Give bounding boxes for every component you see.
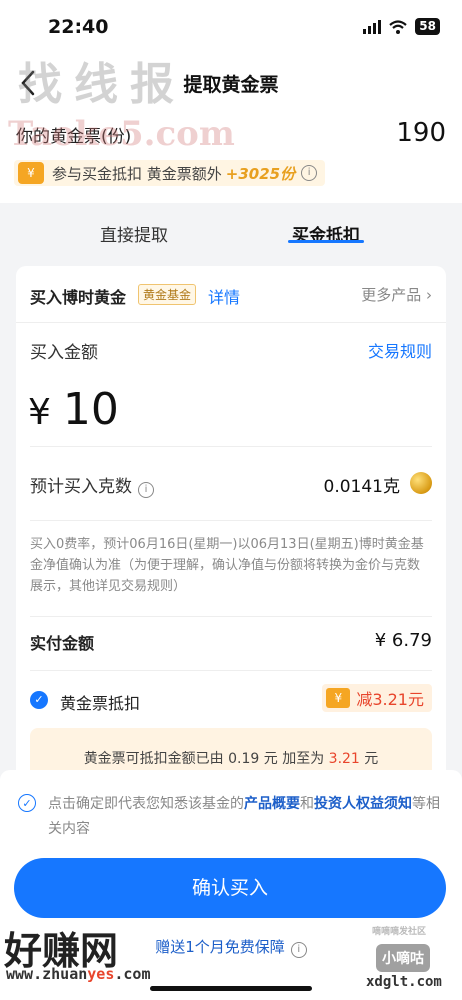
more-products-link[interactable]: 更多产品 › <box>361 284 432 305</box>
investor-rights-link[interactable]: 投资人权益须知 <box>314 796 412 812</box>
purchase-card: 买入博时黄金 黄金基金 详情 更多产品 › 买入金额 交易规则 ¥10 预计买入… <box>16 266 446 786</box>
status-icons: 58 <box>363 18 440 35</box>
grams-value: 0.0141克 <box>323 477 400 497</box>
divider <box>30 520 432 521</box>
pay-value: ¥ 6.79 <box>374 630 432 651</box>
info-icon[interactable]: i <box>301 165 318 181</box>
tab-direct-extract[interactable]: 直接提取 <box>100 221 168 246</box>
wifi-icon <box>389 19 408 34</box>
currency-symbol: ¥ <box>28 392 51 433</box>
fund-detail-link[interactable]: 详情 <box>208 284 240 308</box>
amount-value: 10 <box>62 384 119 435</box>
more-products-label: 更多产品 <box>361 286 422 304</box>
trade-rules-link[interactable]: 交易规则 <box>368 338 432 362</box>
agreement-checkbox[interactable]: ✓ <box>18 794 36 812</box>
battery-icon: 58 <box>415 18 440 35</box>
status-bar: 22:40 58 <box>0 0 462 58</box>
divider <box>30 446 432 447</box>
grams-label: 预计买入克数 i <box>30 472 154 498</box>
chevron-right-icon: › <box>426 286 432 304</box>
agree-and: 和 <box>300 796 314 812</box>
free-guarantee-link[interactable]: 赠送1个月免费保障 i <box>0 936 462 958</box>
deduct-label: 黄金票抵扣 <box>60 694 141 713</box>
tickets-count: 190 <box>396 118 446 148</box>
divider <box>30 670 432 671</box>
promo-text: 参与买金抵扣 黄金票额外 <box>52 164 222 183</box>
amount-input[interactable]: ¥10 <box>28 384 119 435</box>
home-indicator <box>150 986 312 991</box>
fund-row: 买入博时黄金 黄金基金 详情 更多产品 › <box>16 266 446 323</box>
tickets-summary: 你的黄金票(份) 190 ¥ 参与买金抵扣 黄金票额外 +3025份 i <box>0 108 462 203</box>
confirm-buy-button[interactable]: 确认买入 <box>14 858 446 918</box>
bottom-panel: ✓ 点击确定即代表您知悉该基金的产品概要和投资人权益须知等相关内容 确认买入 赠… <box>0 770 462 1000</box>
coupon-icon: ¥ <box>18 162 44 184</box>
agreement-text: 点击确定即代表您知悉该基金的产品概要和投资人权益须知等相关内容 <box>48 792 444 842</box>
active-tab-indicator <box>288 240 364 243</box>
pay-label: 实付金额 <box>30 634 95 653</box>
tip-prefix: 黄金票可抵扣金额已由 0.19 元 加至为 <box>83 751 329 767</box>
deduct-checkbox[interactable]: ✓ <box>30 691 48 709</box>
deduct-amount: 减3.21元 <box>356 690 424 709</box>
signal-icon <box>363 19 382 34</box>
amount-label: 买入金额 <box>30 343 98 363</box>
product-summary-link[interactable]: 产品概要 <box>244 796 300 812</box>
tip-suffix: 元 <box>359 751 379 767</box>
tab-bar: 直接提取 买金抵扣 <box>0 203 462 261</box>
agree-prefix: 点击确定即代表您知悉该基金的 <box>48 796 244 812</box>
fund-badge: 黄金基金 <box>138 284 197 305</box>
purchase-note: 买入0费率，预计06月16日(星期一)以06月13日(星期五)博时黄金基金净值确… <box>30 537 424 594</box>
coupon-icon: ¥ <box>326 688 351 708</box>
tip-highlight: 3.21 <box>328 751 360 767</box>
fund-name: 买入博时黄金 <box>30 288 127 307</box>
divider <box>30 616 432 617</box>
tickets-label: 你的黄金票(份) <box>16 127 132 147</box>
nav-bar: 提取黄金票 <box>0 58 462 108</box>
promo-banner[interactable]: ¥ 参与买金抵扣 黄金票额外 +3025份 i <box>14 160 326 186</box>
guarantee-info-icon[interactable]: i <box>290 942 307 958</box>
status-time: 22:40 <box>48 16 109 38</box>
deduct-tip-text: 黄金票可抵扣金额已由 0.19 元 加至为 3.21 元 <box>30 748 432 768</box>
promo-extra: +3025份 <box>225 164 296 183</box>
deduct-badge: ¥ 减3.21元 <box>322 684 432 712</box>
grams-info-icon[interactable]: i <box>138 482 154 498</box>
page-title: 提取黄金票 <box>183 74 279 96</box>
gold-coin-icon <box>410 472 432 494</box>
guarantee-text: 赠送1个月免费保障 <box>155 938 285 956</box>
grams-label-text: 预计买入克数 <box>30 477 132 497</box>
